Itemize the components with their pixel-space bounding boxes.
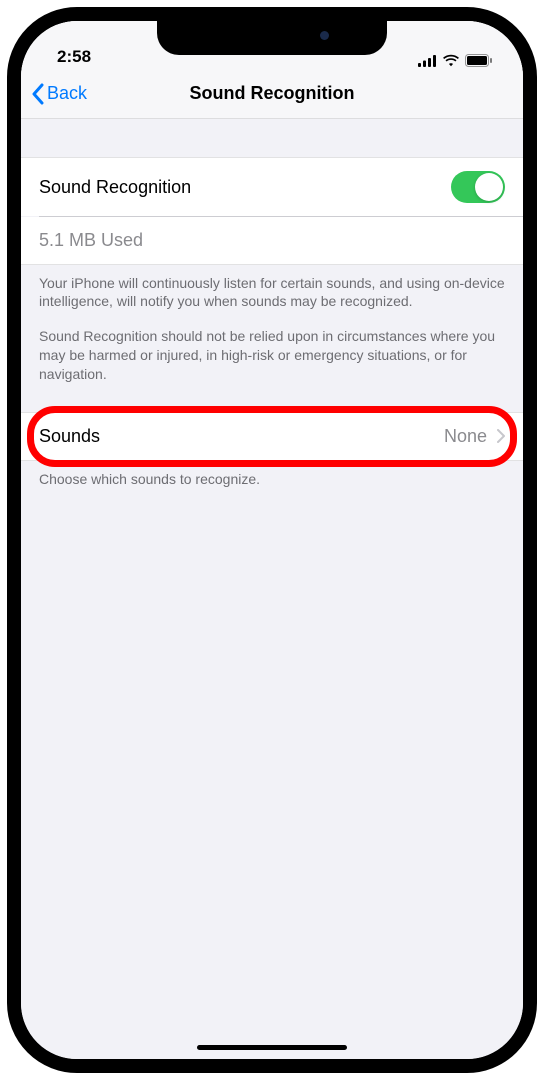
back-button[interactable]: Back [31, 83, 87, 105]
sounds-section: Sounds None [21, 412, 523, 461]
device-frame: 2:58 Back Sound Recognition Sound Recogn… [7, 7, 537, 1073]
sounds-row[interactable]: Sounds None [21, 412, 523, 461]
sounds-value: None [444, 426, 487, 447]
back-label: Back [47, 83, 87, 104]
footer-paragraph-1: Your iPhone will continuously listen for… [39, 274, 505, 312]
status-indicators [418, 54, 493, 67]
storage-row: 5.1 MB Used [21, 217, 523, 265]
screen: 2:58 Back Sound Recognition Sound Recogn… [21, 21, 523, 1059]
page-title: Sound Recognition [190, 83, 355, 104]
section-footer: Your iPhone will continuously listen for… [21, 265, 523, 384]
sounds-footer: Choose which sounds to recognize. [21, 461, 523, 487]
battery-icon [465, 54, 493, 67]
footer-paragraph-2: Sound Recognition should not be relied u… [39, 327, 505, 384]
device-notch [157, 21, 387, 55]
toggle-label: Sound Recognition [39, 177, 191, 198]
wifi-icon [442, 54, 460, 67]
storage-used-label: 5.1 MB Used [39, 230, 143, 251]
chevron-right-icon [497, 429, 505, 443]
status-time: 2:58 [57, 47, 91, 67]
home-indicator[interactable] [197, 1045, 347, 1050]
navigation-bar: Back Sound Recognition [21, 69, 523, 119]
content-area: Sound Recognition 5.1 MB Used Your iPhon… [21, 119, 523, 1059]
cellular-icon [418, 55, 437, 67]
sound-recognition-switch[interactable] [451, 171, 505, 203]
sounds-label: Sounds [39, 426, 444, 447]
chevron-left-icon [31, 83, 44, 105]
sound-recognition-toggle-row[interactable]: Sound Recognition [21, 157, 523, 216]
